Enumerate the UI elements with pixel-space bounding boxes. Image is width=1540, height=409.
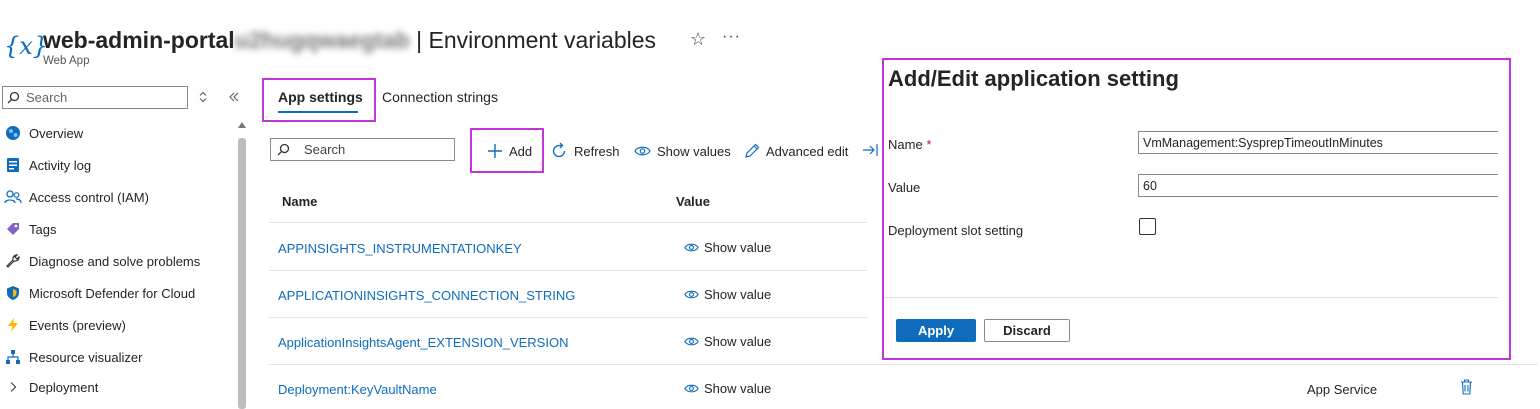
table-row-name-link[interactable]: ApplicationInsightsAgent_EXTENSION_VERSI… (278, 335, 568, 350)
page-subtitle: Web App (43, 55, 90, 67)
table-row-name-link[interactable]: Deployment:KeyVaultName (278, 382, 437, 397)
add-edit-setting-panel (882, 58, 1511, 360)
name-field[interactable] (1138, 131, 1498, 154)
people-icon (4, 188, 22, 206)
advanced-edit-button[interactable]: Advanced edit (744, 138, 848, 164)
wrench-icon (4, 252, 22, 270)
table-header-divider (268, 222, 868, 223)
sidebar-item-overview[interactable]: Overview (4, 119, 228, 147)
sidebar-item-events[interactable]: Events (preview) (4, 311, 228, 339)
eye-icon (684, 242, 699, 253)
sidebar-search-input[interactable]: Search (2, 86, 188, 109)
sidebar-item-access-control[interactable]: Access control (IAM) (4, 183, 228, 211)
tab-highlight-box (262, 78, 376, 122)
show-value-label: Show value (704, 381, 772, 396)
deployment-slot-checkbox[interactable] (1139, 218, 1156, 235)
tag-icon (4, 220, 22, 238)
sidebar-item-label: Resource visualizer (29, 349, 143, 365)
sidebar-item-label: Deployment (29, 379, 99, 395)
pencil-icon (744, 143, 760, 159)
page-section-title: | Environment variables (416, 27, 657, 53)
log-icon (4, 156, 22, 174)
diagram-icon (4, 348, 22, 366)
resource-icon: {x} (4, 32, 49, 60)
eye-icon (634, 145, 651, 157)
show-value-button[interactable]: Show value (684, 287, 771, 302)
table-row-divider (268, 364, 1538, 365)
column-header-name[interactable]: Name (282, 194, 317, 209)
page-title: web-admin-portalu2hugqwaegtab | Environm… (43, 25, 656, 55)
add-highlight-box (470, 128, 544, 173)
sidebar-item-label: Access control (IAM) (29, 189, 149, 205)
table-row-name-link[interactable]: APPLICATIONINSIGHTS_CONNECTION_STRING (278, 288, 575, 303)
expand-arrow-icon[interactable] (862, 143, 878, 160)
collapse-sidebar-icon[interactable] (228, 91, 240, 106)
sidebar-item-label: Events (preview) (29, 317, 126, 333)
show-value-button[interactable]: Show value (684, 240, 771, 255)
sidebar-item-label: Tags (29, 221, 57, 237)
sidebar-item-deployment[interactable]: Deployment (4, 373, 228, 401)
shield-icon (4, 284, 22, 302)
show-value-label: Show value (704, 287, 772, 302)
required-asterisk: * (926, 137, 932, 152)
sidebar-item-activity-log[interactable]: Activity log (4, 151, 228, 179)
show-values-button[interactable]: Show values (634, 138, 731, 164)
show-value-label: Show value (704, 240, 772, 255)
eye-icon (684, 289, 699, 300)
app-name-suffix: u2hugqwaegtab (234, 27, 410, 53)
sidebar-item-defender[interactable]: Microsoft Defender for Cloud (4, 279, 228, 307)
favorite-star-icon[interactable]: ☆ (690, 29, 706, 50)
sidebar-item-diagnose[interactable]: Diagnose and solve problems (4, 247, 228, 275)
search-icon (277, 143, 290, 156)
more-actions-icon[interactable]: ··· (722, 28, 741, 46)
sidebar-search-placeholder: Search (26, 90, 68, 105)
sidebar-sort-icon[interactable] (198, 91, 208, 106)
app-name: web-admin-portal (43, 27, 235, 53)
deployment-slot-label: Deployment slot setting (888, 223, 1024, 238)
show-value-label: Show value (704, 334, 772, 349)
table-row-divider (268, 270, 868, 271)
discard-button[interactable]: Discard (984, 319, 1070, 342)
table-row-divider (268, 317, 868, 318)
column-header-value[interactable]: Value (676, 194, 710, 209)
name-field-label: Name * (888, 137, 931, 152)
table-row-name-link[interactable]: APPINSIGHTS_INSTRUMENTATIONKEY (278, 241, 522, 256)
source-cell: App Service (1307, 382, 1378, 397)
show-value-button[interactable]: Show value (684, 334, 771, 349)
globe-icon (4, 124, 22, 142)
sidebar-item-tags[interactable]: Tags (4, 215, 228, 243)
refresh-icon (550, 142, 568, 160)
settings-search-placeholder: Search (304, 142, 346, 157)
sidebar-scrollbar-thumb[interactable] (238, 138, 246, 409)
sidebar-item-resource-visualizer[interactable]: Resource visualizer (4, 343, 228, 371)
tab-connection-strings[interactable]: Connection strings (382, 89, 498, 105)
lightning-icon (4, 316, 22, 334)
sidebar-item-label: Activity log (29, 157, 92, 173)
sidebar-item-label: Microsoft Defender for Cloud (29, 285, 196, 301)
panel-footer-divider (884, 297, 1498, 298)
value-field-label: Value (888, 180, 921, 195)
chevron-right-icon (4, 378, 22, 396)
panel-title: Add/Edit application setting (888, 66, 1179, 91)
delete-trash-icon[interactable] (1460, 379, 1473, 398)
sidebar-item-label: Overview (29, 125, 84, 141)
advanced-edit-button-label: Advanced edit (766, 143, 849, 159)
show-values-button-label: Show values (657, 143, 731, 159)
refresh-button-label: Refresh (574, 143, 620, 159)
refresh-button[interactable]: Refresh (550, 138, 620, 164)
sidebar-scroll-up-icon[interactable] (238, 122, 246, 128)
eye-icon (684, 336, 699, 347)
sidebar-item-label: Diagnose and solve problems (29, 253, 201, 269)
eye-icon (684, 383, 699, 394)
show-value-button[interactable]: Show value (684, 381, 771, 396)
search-icon (7, 91, 20, 104)
apply-button[interactable]: Apply (896, 319, 976, 342)
value-field[interactable] (1138, 174, 1498, 197)
settings-search-input[interactable]: Search (270, 138, 455, 161)
name-label-text: Name (888, 137, 923, 152)
